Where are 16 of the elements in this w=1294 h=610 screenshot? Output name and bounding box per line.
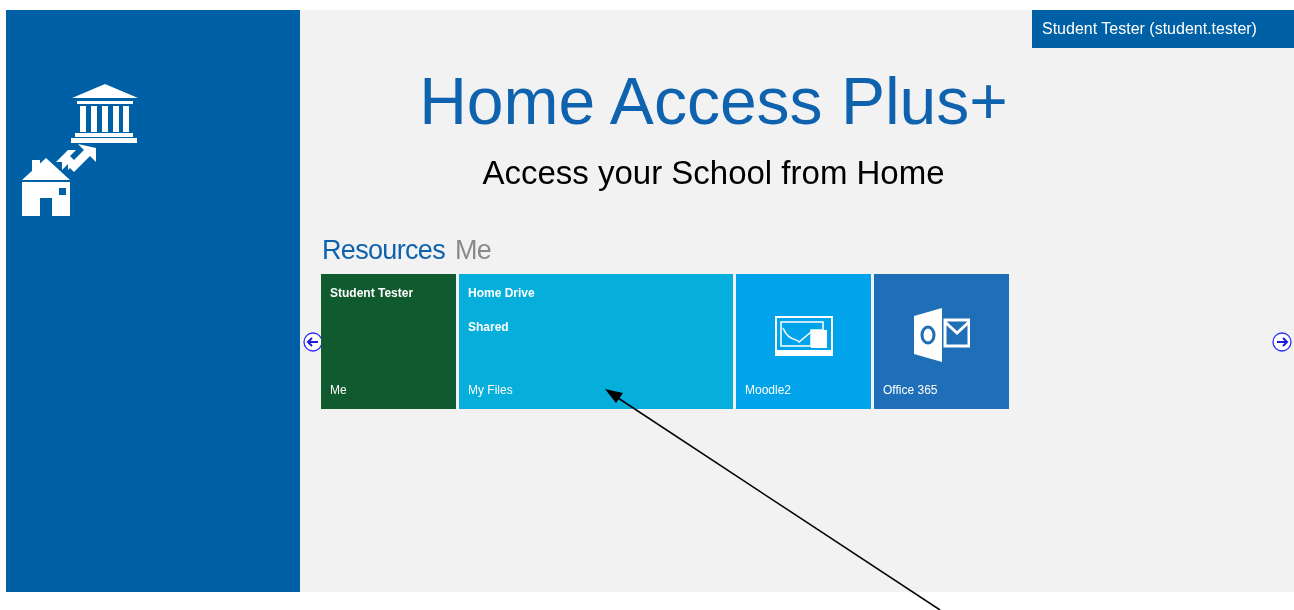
tile-label: Student Tester (330, 285, 415, 302)
user-badge[interactable]: Student Tester (student.tester) (1032, 10, 1294, 48)
tile-caption: Moodle2 (745, 382, 793, 399)
tile-caption: My Files (468, 382, 514, 399)
app-tile[interactable]: Moodle2 (736, 274, 871, 409)
tile-label: Home Drive (468, 285, 536, 302)
tile-label: Shared (468, 319, 510, 336)
section-tab[interactable]: Resources (322, 237, 445, 264)
section-tab[interactable]: Me (455, 237, 492, 264)
tile-caption: Office 365 (883, 382, 939, 399)
tile-caption: Me (330, 382, 348, 399)
page-subtitle: Access your School from Home (482, 156, 945, 189)
app-tile[interactable]: Student Tester Me (321, 274, 456, 409)
app-tile[interactable]: Office 365 (874, 274, 1009, 409)
page-title: Home Access Plus+ (419, 68, 1008, 134)
mail-icon (913, 308, 970, 362)
